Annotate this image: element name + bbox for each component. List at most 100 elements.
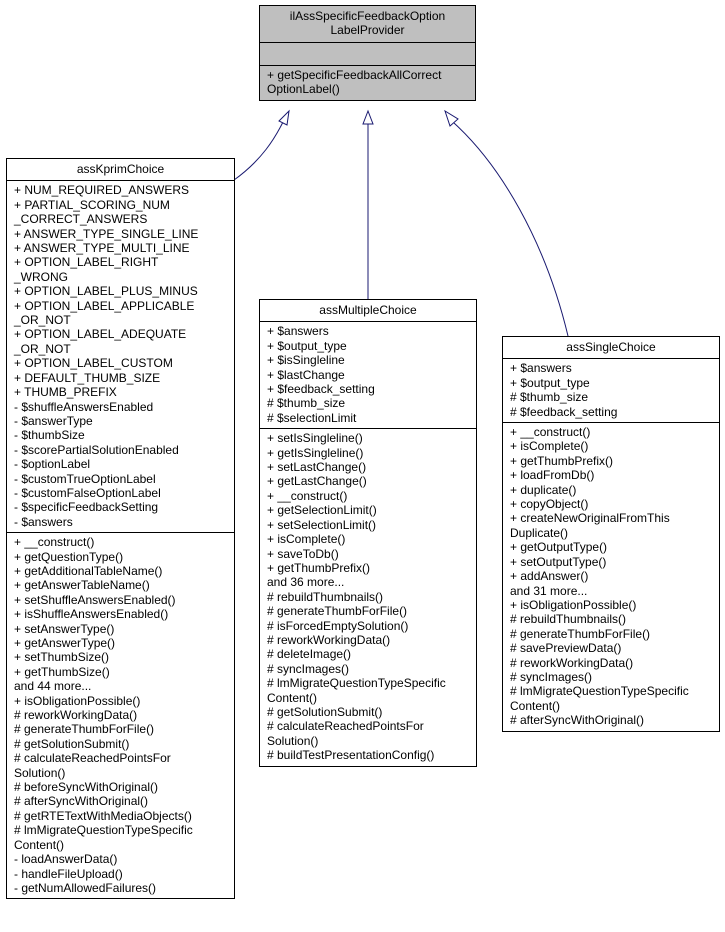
attribute: # $thumb_size [510, 390, 589, 405]
methods-section: + setIsSingleline() + getIsSingleline() + … [260, 428, 476, 765]
method: # getSolutionSubmit() [14, 736, 130, 751]
method: # buildTestPresentationConfig() [267, 748, 435, 763]
attribute: + OPTION_LABEL_RIGHT [14, 255, 159, 270]
class-title: assSingleChoice [503, 337, 719, 358]
class-single[interactable]: assSingleChoice + $answers + $output_type #… [502, 336, 720, 732]
class-title: assKprimChoice [7, 159, 234, 180]
class-name: assMultipleChoice [319, 303, 417, 317]
method: OptionLabel() [267, 82, 340, 97]
method: + getLastChange() [267, 474, 367, 489]
method: # generateThumbForFile() [14, 722, 155, 737]
method: + getThumbPrefix() [267, 560, 371, 575]
method: + addAnswer() [510, 569, 589, 584]
attribute: + OPTION_LABEL_ADEQUATE [14, 327, 187, 342]
method: + getSelectionLimit() [267, 503, 377, 518]
method: Duplicate() [510, 525, 569, 540]
method: + getThumbSize() [14, 664, 110, 679]
method: + getIsSingleline() [267, 445, 364, 460]
attribute: - $answers [14, 514, 73, 529]
attribute: + PARTIAL_SCORING_NUM [14, 197, 170, 212]
method: # deleteImage() [267, 647, 352, 662]
arrowhead-single [444, 109, 459, 127]
attribute: + $feedback_setting [267, 382, 375, 397]
method: + getAnswerType() [14, 636, 116, 650]
attribute: + $answers [510, 361, 572, 376]
method: + isComplete() [267, 532, 346, 547]
methods-section: + __construct() + getQuestionType() + getA… [7, 532, 234, 898]
method: # getRTETextWithMediaObjects() [14, 808, 192, 823]
method: + isShuffleAnswersEnabled() [14, 607, 169, 622]
method: + isComplete() [510, 439, 589, 454]
attribute: + $output_type [267, 338, 347, 353]
attribute: - $specificFeedbackSetting [14, 500, 159, 515]
class-name: assKprimChoice [76, 162, 165, 176]
method: + __construct() [510, 425, 591, 440]
class-multiple[interactable]: assMultipleChoice + $answers + $output_typ… [259, 299, 477, 767]
method: + getSpecificFeedbackAllCorrect [267, 67, 442, 82]
method: + setSelectionLimit() [267, 517, 377, 532]
method: # lmMigrateQuestionTypeSpecific [267, 676, 446, 691]
attribute: + THUMB_PREFIX [14, 385, 117, 400]
method: - getNumAllowedFailures() [14, 880, 157, 895]
method: + __construct() [14, 535, 95, 550]
method: # syncImages() [510, 669, 593, 684]
class-name: assSingleChoice [566, 340, 656, 354]
attribute: _CORRECT_ANSWERS [14, 212, 148, 227]
method: # generateThumbForFile() [510, 626, 651, 641]
attribute: # $thumb_size [267, 396, 346, 411]
edge-kprim-to-base [233, 121, 284, 181]
attribute: - $customFalseOptionLabel [14, 485, 161, 500]
method: + saveToDb() [267, 546, 339, 561]
attribute: - $thumbSize [14, 428, 85, 443]
method: Content() [267, 690, 318, 705]
method: + setOutputType() [510, 554, 607, 569]
method: # beforeSyncWithOriginal() [14, 780, 159, 795]
method: # calculateReachedPointsFor [14, 751, 171, 766]
method: + getThumbPrefix() [510, 453, 614, 468]
class-base[interactable]: ilAssSpecificFeedbackOption LabelProvider… [259, 5, 476, 101]
attribute: - $shuffleAnswersEnabled [14, 399, 154, 414]
method: + setIsSingleline() [267, 431, 363, 446]
method: + isObligationPossible() [510, 597, 637, 612]
method: # lmMigrateQuestionTypeSpecific [510, 684, 689, 699]
method: # getSolutionSubmit() [267, 704, 383, 719]
attribute: + NUM_REQUIRED_ANSWERS [14, 183, 190, 198]
method: # reworkWorkingData() [267, 632, 391, 647]
method: # reworkWorkingData() [14, 708, 138, 723]
attribute: _OR_NOT [14, 313, 71, 328]
methods-section: + __construct() + isComplete() + getThumbP… [503, 422, 719, 731]
method: + setShuffleAnswersEnabled() [14, 592, 176, 607]
attribute: + OPTION_LABEL_PLUS_MINUS [14, 284, 198, 299]
attribute: # $selectionLimit [267, 410, 357, 425]
methods-section: + getSpecificFeedbackAllCorrect OptionLab… [260, 64, 475, 100]
method: Content() [14, 837, 65, 852]
attribute: # $feedback_setting [510, 404, 618, 419]
method: # afterSyncWithOriginal() [14, 794, 149, 809]
arrowhead-kprim [278, 109, 290, 126]
attribute: + $isSingleline [267, 353, 345, 368]
method: - handleFileUpload() [14, 866, 123, 881]
class-name: LabelProvider [330, 23, 405, 38]
method: and 31 more... [510, 583, 588, 598]
attribute: + DEFAULT_THUMB_SIZE [14, 370, 161, 385]
method: # rebuildThumbnails() [510, 612, 627, 627]
attribute: + OPTION_LABEL_CUSTOM [14, 356, 173, 371]
attribute: - $answerType [14, 413, 93, 428]
method: + createNewOriginalFromThis [510, 511, 670, 526]
method: + loadFromDb() [510, 468, 595, 483]
method: + getAdditionalTableName() [14, 563, 163, 578]
method: # reworkWorkingData() [510, 655, 634, 670]
method: + setLastChange() [267, 460, 367, 475]
method: # generateThumbForFile() [267, 604, 408, 619]
attribute: + OPTION_LABEL_APPLICABLE [14, 298, 195, 313]
method: + copyObject() [510, 497, 589, 512]
attribute: - $optionLabel [14, 457, 91, 472]
arrowhead-multiple [362, 109, 374, 125]
method: + getOutputType() [510, 540, 608, 555]
class-title: assMultipleChoice [260, 300, 476, 321]
attribute: - $scorePartialSolutionEnabled [14, 442, 179, 457]
attribute: + $answers [267, 324, 329, 339]
method: + getQuestionType() [14, 549, 124, 564]
method: + __construct() [267, 488, 348, 503]
class-kprim[interactable]: assKprimChoice + NUM_REQUIRED_ANSWERS + PA… [6, 158, 235, 900]
